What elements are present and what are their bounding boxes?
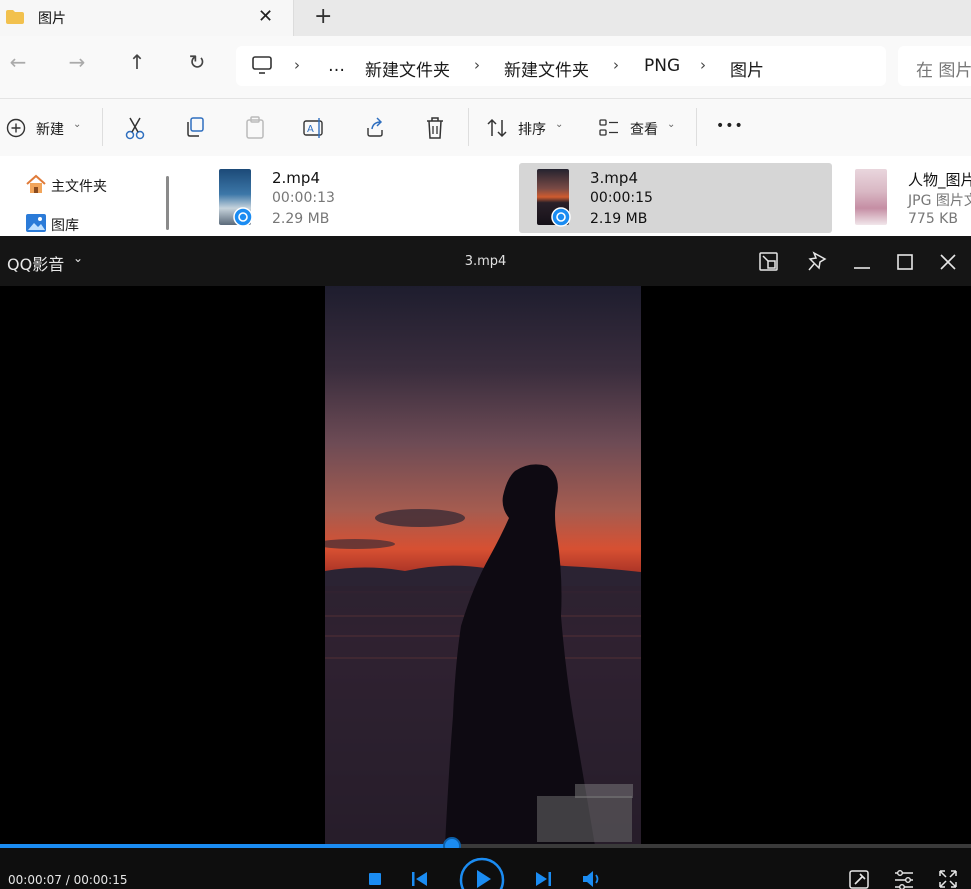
video-frame[interactable] xyxy=(325,286,641,846)
settings-sliders-icon[interactable] xyxy=(893,868,915,889)
view-icon[interactable] xyxy=(598,118,620,138)
divider xyxy=(696,108,697,146)
up-button[interactable]: ↑ xyxy=(122,50,152,74)
delete-icon[interactable] xyxy=(424,116,446,140)
new-tab-button[interactable]: + xyxy=(314,4,332,29)
file-size: 775 KB xyxy=(908,211,958,227)
cut-icon[interactable] xyxy=(124,116,146,140)
play-button[interactable] xyxy=(458,856,506,889)
minimize-icon[interactable] xyxy=(851,252,873,272)
maximize-icon[interactable] xyxy=(895,252,915,272)
file-size: 2.29 MB xyxy=(272,211,330,227)
chevron-down-icon: ⌄ xyxy=(73,119,82,130)
volume-icon[interactable] xyxy=(581,869,603,889)
sort-button[interactable]: 排序 xyxy=(518,119,546,139)
mini-mode-icon[interactable] xyxy=(758,251,780,273)
copy-icon[interactable] xyxy=(184,116,206,138)
refresh-button[interactable]: ↻ xyxy=(182,50,212,74)
file-size: 2.19 MB xyxy=(590,211,648,227)
search-input[interactable]: 在 图片 xyxy=(916,56,971,81)
paste-icon[interactable] xyxy=(244,116,266,140)
file-duration: 00:00:15 xyxy=(590,190,653,206)
sidebar-item-gallery[interactable]: 图库 xyxy=(51,215,79,235)
file-duration: 00:00:13 xyxy=(272,190,335,206)
close-icon[interactable] xyxy=(938,252,958,272)
sort-icon[interactable] xyxy=(486,118,508,138)
breadcrumb-separator: › xyxy=(700,56,706,74)
previous-icon[interactable] xyxy=(410,870,430,888)
breadcrumb-item[interactable]: 图片 xyxy=(730,56,764,81)
computer-icon[interactable] xyxy=(252,56,272,74)
breadcrumb-expand[interactable]: … xyxy=(328,56,345,76)
breadcrumb-separator: › xyxy=(294,56,300,74)
new-button[interactable]: 新建 xyxy=(36,119,64,139)
more-options-button[interactable]: ••• xyxy=(716,118,744,134)
tab-title: 图片 xyxy=(38,11,66,27)
breadcrumb-item[interactable]: PNG xyxy=(644,56,680,76)
tab-close-button[interactable]: ✕ xyxy=(258,6,273,27)
fullscreen-icon[interactable] xyxy=(937,868,959,889)
breadcrumb-item[interactable]: 新建文件夹 xyxy=(504,56,589,81)
file-name: 3.mp4 xyxy=(590,169,638,187)
qq-player-badge-icon xyxy=(551,207,571,227)
plus-circle-icon[interactable] xyxy=(6,118,26,138)
back-button[interactable]: ← xyxy=(3,50,33,74)
breadcrumb-item[interactable]: 新建文件夹 xyxy=(365,56,450,81)
breadcrumb-separator: › xyxy=(474,56,480,74)
video-scene-image xyxy=(325,464,641,846)
file-name: 人物_图片 xyxy=(908,171,971,189)
view-button[interactable]: 查看 xyxy=(630,119,658,139)
share-icon[interactable] xyxy=(364,116,386,138)
folder-icon xyxy=(6,10,24,24)
pin-icon[interactable] xyxy=(806,250,828,272)
breadcrumb-separator: › xyxy=(613,56,619,74)
home-icon[interactable] xyxy=(25,174,47,194)
rename-icon[interactable]: A xyxy=(302,116,326,140)
next-icon[interactable] xyxy=(533,870,553,888)
divider xyxy=(468,108,469,146)
stop-icon[interactable] xyxy=(367,871,383,887)
sidebar-item-home[interactable]: 主文件夹 xyxy=(51,176,107,196)
chevron-down-icon: ⌄ xyxy=(555,119,564,130)
svg-text:A: A xyxy=(307,124,314,135)
gallery-icon[interactable] xyxy=(25,213,47,233)
divider xyxy=(102,108,103,146)
qq-player-badge-icon xyxy=(233,207,253,227)
file-name: 2.mp4 xyxy=(272,169,320,187)
chevron-down-icon: ⌄ xyxy=(667,119,676,130)
image-thumbnail xyxy=(855,169,887,225)
sidebar-scrollbar[interactable] xyxy=(166,176,169,230)
tools-icon[interactable] xyxy=(848,869,870,889)
file-type: JPG 图片文 xyxy=(908,193,971,209)
forward-button[interactable]: → xyxy=(62,50,92,74)
time-display: 00:00:07 / 00:00:15 xyxy=(8,873,128,887)
